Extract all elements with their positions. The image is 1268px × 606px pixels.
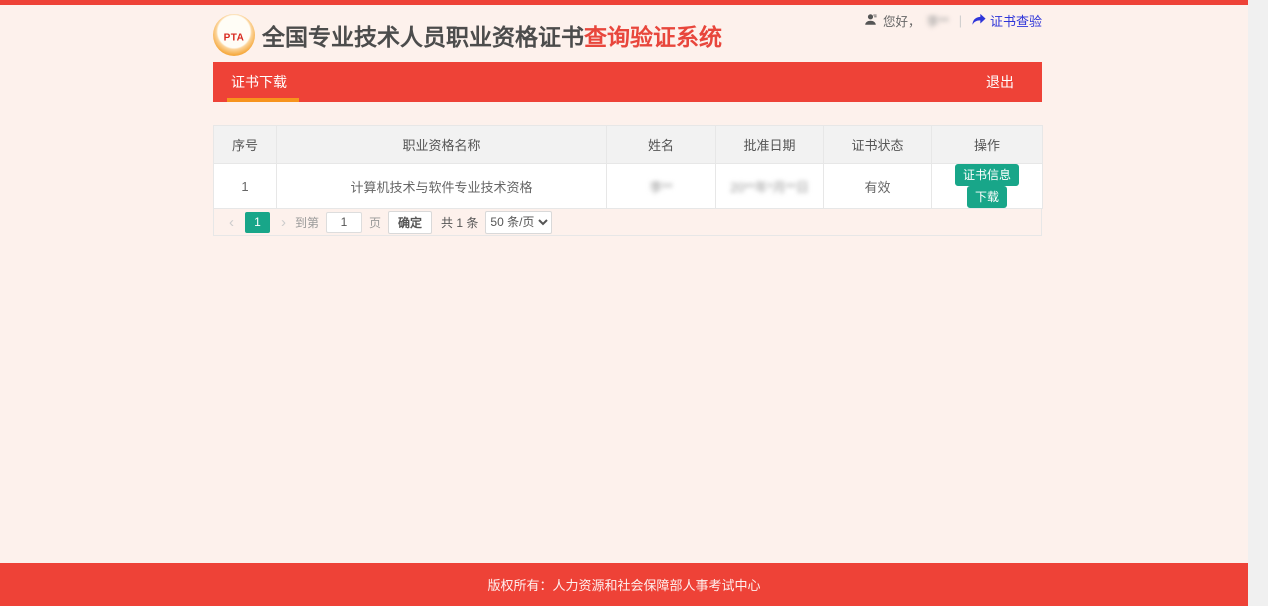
goto-suffix-label: 页 bbox=[369, 214, 381, 231]
download-button[interactable]: 下载 bbox=[967, 186, 1007, 208]
goto-page-input[interactable] bbox=[326, 212, 362, 233]
cell-index: 1 bbox=[214, 164, 277, 209]
active-tab-underline bbox=[227, 98, 299, 102]
pta-logo: PTA bbox=[213, 14, 255, 56]
goto-prefix-label: 到第 bbox=[295, 214, 319, 231]
cell-status: 有效 bbox=[824, 164, 932, 209]
header-status: 证书状态 bbox=[824, 126, 932, 164]
page: 您好， 李** | 证书查验 PTA 全国专业技术人员职业资格证书查询验证系统 … bbox=[0, 0, 1268, 606]
footer-bar: 版权所有：人力资源和社会保障部人事考试中心 bbox=[0, 563, 1248, 606]
certificate-table: 序号 职业资格名称 姓名 批准日期 证书状态 操作 1 计算机技术与软件专业技术… bbox=[213, 125, 1043, 209]
site-title: 全国专业技术人员职业资格证书查询验证系统 bbox=[262, 18, 722, 52]
total-count-label: 共 1 条 bbox=[441, 214, 478, 231]
cell-approval-date: 20**年*月**日 bbox=[716, 164, 824, 209]
header-qualification: 职业资格名称 bbox=[277, 126, 607, 164]
prev-page-icon[interactable]: ‹ bbox=[227, 215, 236, 230]
header-approval-date: 批准日期 bbox=[716, 126, 824, 164]
cell-name: 李** bbox=[607, 164, 716, 209]
header-operation: 操作 bbox=[932, 126, 1043, 164]
copyright-text: 版权所有：人力资源和社会保障部人事考试中心 bbox=[487, 575, 760, 594]
page-size-select[interactable]: 50 条/页 bbox=[485, 211, 552, 234]
site-title-suffix: 查询验证系统 bbox=[584, 24, 722, 50]
content-area: 序号 职业资格名称 姓名 批准日期 证书状态 操作 1 计算机技术与软件专业技术… bbox=[213, 125, 1042, 236]
user-icon bbox=[864, 13, 877, 29]
confirm-button[interactable]: 确定 bbox=[388, 211, 432, 234]
share-arrow-icon bbox=[972, 13, 986, 29]
pta-logo-text: PTA bbox=[224, 33, 245, 44]
main-navbar: 证书下载 退出 bbox=[213, 62, 1042, 102]
date-redacted: 20**年*月**日 bbox=[730, 180, 809, 195]
cell-qualification: 计算机技术与软件专业技术资格 bbox=[277, 164, 607, 209]
table-row: 1 计算机技术与软件专业技术资格 李** 20**年*月**日 有效 证书信息 … bbox=[214, 164, 1043, 209]
pagination-bar: ‹ 1 › 到第 页 确定 共 1 条 50 条/页 bbox=[213, 209, 1042, 236]
site-title-main: 全国专业技术人员职业资格证书 bbox=[262, 24, 584, 50]
cell-operation: 证书信息 下载 bbox=[932, 164, 1043, 209]
next-page-icon[interactable]: › bbox=[279, 215, 288, 230]
vertical-scrollbar[interactable] bbox=[1248, 0, 1268, 606]
user-name-redacted: 李** bbox=[927, 11, 949, 30]
certificate-verify-link[interactable]: 证书查验 bbox=[972, 11, 1042, 30]
header-name: 姓名 bbox=[607, 126, 716, 164]
logout-button[interactable]: 退出 bbox=[986, 62, 1014, 102]
header-index: 序号 bbox=[214, 126, 277, 164]
certificate-info-button[interactable]: 证书信息 bbox=[955, 164, 1019, 186]
current-page-button[interactable]: 1 bbox=[245, 212, 270, 233]
separator: | bbox=[959, 14, 962, 28]
tab-certificate-download[interactable]: 证书下载 bbox=[231, 62, 287, 102]
table-header-row: 序号 职业资格名称 姓名 批准日期 证书状态 操作 bbox=[214, 126, 1043, 164]
verify-link-label: 证书查验 bbox=[990, 11, 1042, 30]
top-accent-bar bbox=[0, 0, 1248, 5]
greeting-text: 您好， bbox=[883, 11, 921, 30]
brand-header: PTA 全国专业技术人员职业资格证书查询验证系统 bbox=[213, 14, 722, 56]
name-redacted: 李** bbox=[649, 180, 672, 195]
